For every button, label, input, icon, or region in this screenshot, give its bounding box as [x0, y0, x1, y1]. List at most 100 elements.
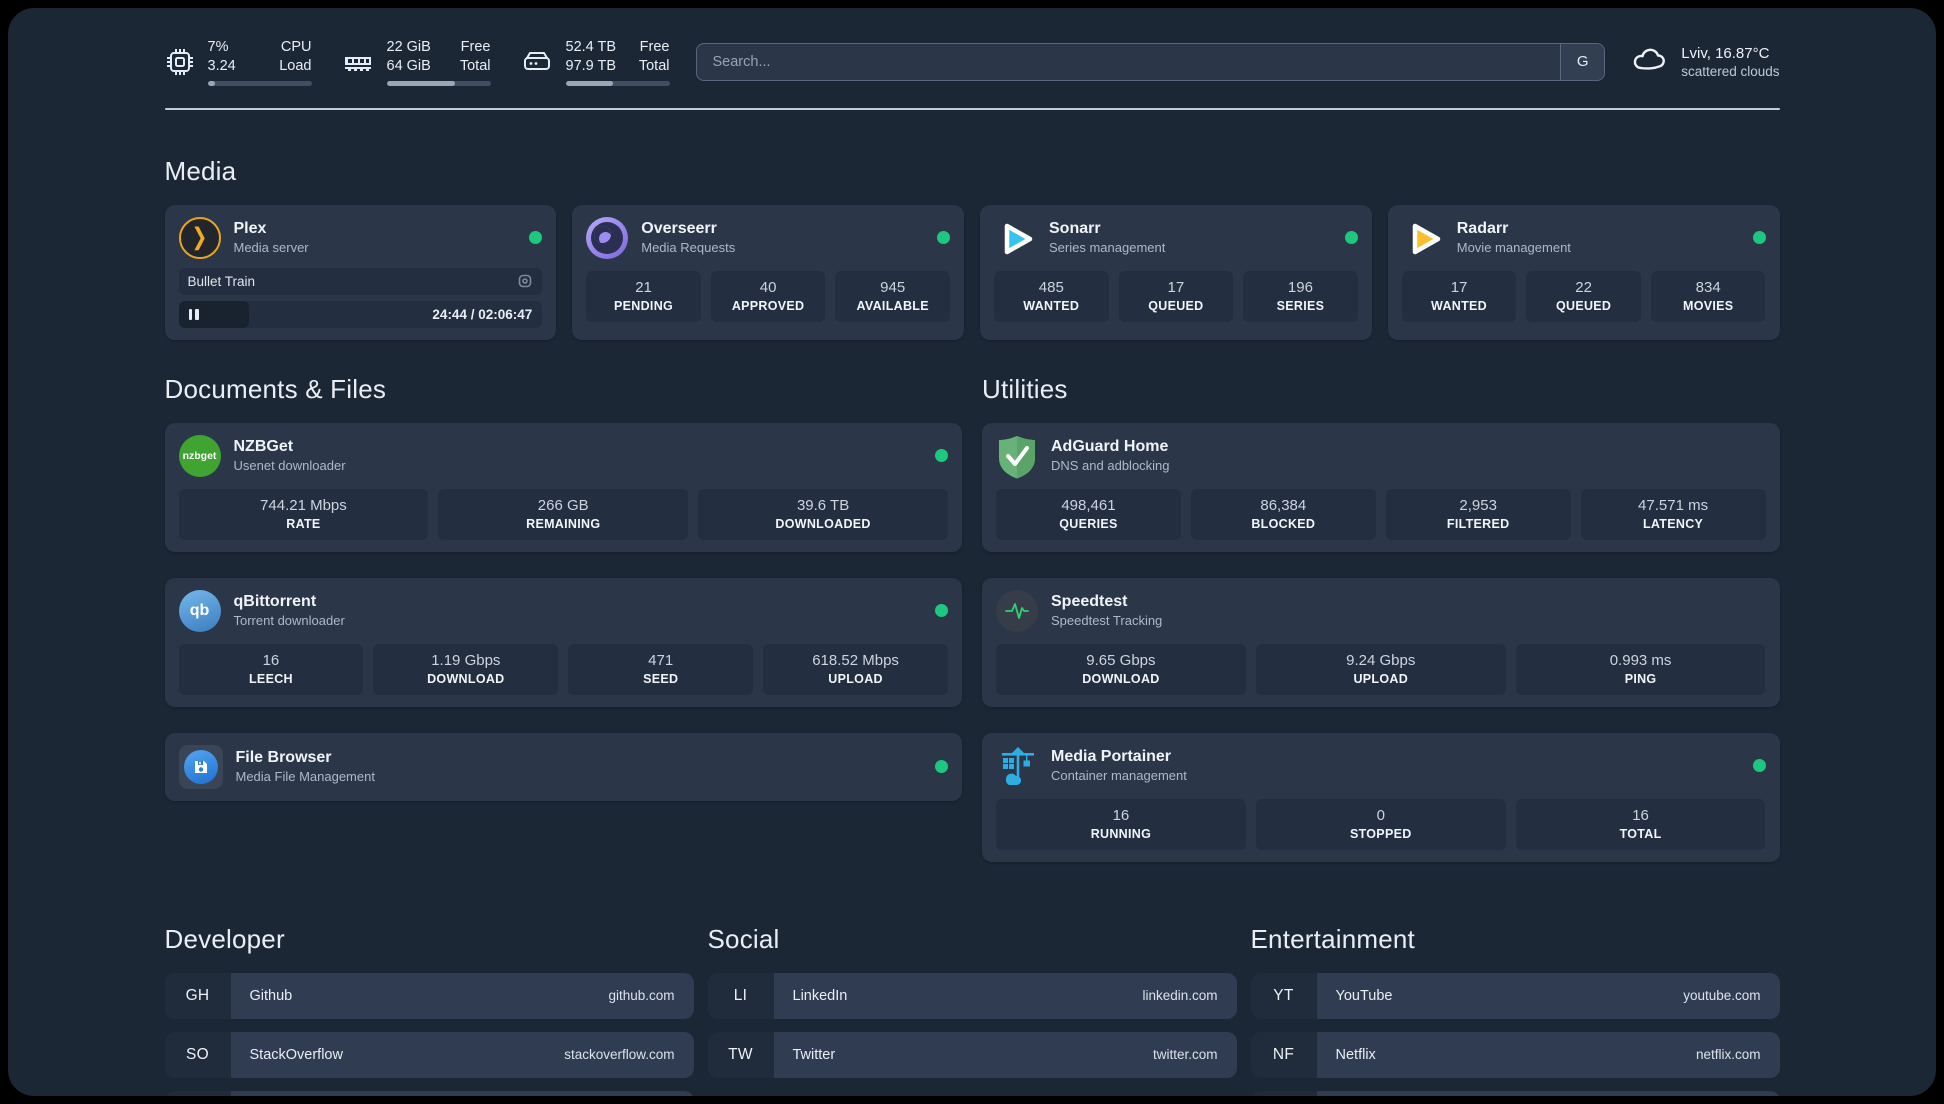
- stat-label: REMAINING: [526, 516, 601, 531]
- bookmark-name: YouTube: [1335, 987, 1393, 1004]
- disk-stat: 52.4 TB 97.9 TB Free Total: [521, 38, 670, 86]
- stat-value: 2,953: [1459, 496, 1497, 514]
- section-title-utilities: Utilities: [982, 373, 1068, 404]
- bookmark-youtube[interactable]: YT YouTube youtube.com: [1250, 972, 1780, 1019]
- bookmark-reddit[interactable]: RE Reddit reddit.com: [1250, 1090, 1780, 1096]
- stat-value: 86,384: [1260, 496, 1307, 514]
- cpu-load-value: 3.24: [207, 57, 236, 74]
- search-bar: G: [695, 42, 1606, 81]
- stat-value: 266 GB: [537, 496, 589, 514]
- app-card-qbittorrent[interactable]: qb qBittorrent Torrent downloader 16 LEE…: [164, 577, 962, 707]
- bookmark-url: netflix.com: [1695, 1047, 1761, 1063]
- stat-label: PING: [1624, 671, 1657, 686]
- status-dot: [935, 760, 948, 774]
- weather-widget[interactable]: Lviv, 16.87°C scattered clouds: [1631, 43, 1780, 80]
- stat-label: LATENCY: [1642, 516, 1704, 531]
- stat-label: QUERIES: [1059, 516, 1118, 531]
- stat-value: 22: [1575, 278, 1592, 296]
- nzbget-icon: nzbget: [178, 434, 221, 477]
- stat-label: WANTED: [1431, 298, 1488, 313]
- stat-tile: 9.24 Gbps UPLOAD: [1255, 643, 1506, 695]
- bookmark-abbr: NF: [1250, 1031, 1317, 1078]
- stat-label: PENDING: [614, 298, 674, 313]
- stat-value: 16: [262, 651, 280, 669]
- memory-total-value: 64 GiB: [386, 57, 431, 74]
- stat-value: 834: [1695, 278, 1721, 296]
- section-title-social: Social: [707, 923, 780, 954]
- cpu-progress-bar: [207, 80, 312, 86]
- stat-value: 9.65 Gbps: [1086, 651, 1156, 669]
- bookmark-abbr: LI: [707, 972, 774, 1019]
- cpu-usage-value: 7%: [207, 39, 229, 55]
- stat-value: 21: [635, 278, 652, 296]
- stat-label: RATE: [286, 516, 321, 531]
- speedtest-icon: [996, 589, 1038, 632]
- bookmark-abbr: RE: [1250, 1090, 1317, 1096]
- stat-label: FILTERED: [1446, 516, 1510, 531]
- adguard-icon: [996, 435, 1038, 479]
- bookmark-name: Netflix: [1335, 1046, 1376, 1063]
- app-name: Speedtest: [1051, 593, 1128, 611]
- plex-icon: ❯: [178, 216, 221, 259]
- playback-progress-bar[interactable]: 24:44 / 02:06:47: [178, 300, 543, 328]
- stat-tile: 618.52 Mbps UPLOAD: [763, 643, 948, 695]
- disk-free-label: Free: [639, 39, 670, 55]
- app-description: Torrent downloader: [233, 613, 345, 629]
- stat-value: 9.24 Gbps: [1346, 651, 1416, 669]
- bookmark-github[interactable]: GH Github github.com: [164, 972, 694, 1019]
- memory-total-label: Total: [459, 57, 491, 74]
- stat-value: 485: [1038, 278, 1064, 296]
- header-bar: 7% 3.24 CPU Load 22 GiB 64 GiB Free Tota…: [165, 38, 1780, 86]
- weather-condition: scattered clouds: [1681, 63, 1780, 79]
- app-name: Sonarr: [1049, 220, 1101, 238]
- disk-free-value: 52.4 TB: [565, 39, 617, 55]
- app-description: Speedtest Tracking: [1051, 613, 1163, 629]
- search-engine-button[interactable]: G: [1560, 43, 1605, 80]
- disk-icon: [521, 46, 553, 78]
- stat-value: 471: [648, 651, 674, 669]
- stat-tile: 471 SEED: [568, 643, 754, 695]
- stat-tile: 47.571 ms LATENCY: [1580, 488, 1766, 540]
- bookmark-twitter[interactable]: TW Twitter twitter.com: [707, 1031, 1237, 1078]
- app-description: Media server: [233, 240, 309, 256]
- stat-tile: 86,384 BLOCKED: [1190, 488, 1376, 540]
- bookmark-netflix[interactable]: NF Netflix netflix.com: [1250, 1031, 1780, 1078]
- bookmark-abbr: TW: [707, 1031, 774, 1078]
- bookmark-dev[interactable]: DT DEV dev.to: [164, 1090, 694, 1096]
- bookmark-abbr: DT: [164, 1090, 231, 1096]
- app-card-filebrowser[interactable]: File Browser Media File Management: [164, 732, 962, 801]
- stat-value: 47.571 ms: [1638, 496, 1709, 514]
- bookmark-stackoverflow[interactable]: SO StackOverflow stackoverflow.com: [164, 1031, 694, 1078]
- search-input[interactable]: [696, 43, 1561, 80]
- stat-value: 16: [1112, 806, 1130, 824]
- app-name: AdGuard Home: [1051, 438, 1169, 456]
- app-card-sonarr[interactable]: Sonarr Series management 485 WANTED 17 Q…: [980, 204, 1372, 340]
- bookmark-url: github.com: [608, 988, 675, 1004]
- stat-tile: 21 PENDING: [586, 270, 701, 322]
- stat-label: QUEUED: [1555, 298, 1612, 313]
- stat-value: 16: [1632, 806, 1649, 824]
- bookmark-linkedin[interactable]: LI LinkedIn linkedin.com: [707, 972, 1237, 1019]
- bookmark-abbr: SO: [164, 1031, 231, 1078]
- app-card-overseerr[interactable]: Overseerr Media Requests 21 PENDING 40 A…: [572, 204, 964, 340]
- stat-tile: 2,953 FILTERED: [1385, 488, 1571, 540]
- session-source-icon: [517, 273, 533, 289]
- app-card-radarr[interactable]: Radarr Movie management 17 WANTED 22 QUE…: [1387, 204, 1780, 340]
- stat-label: WANTED: [1023, 298, 1080, 313]
- stat-label: SERIES: [1276, 298, 1325, 313]
- app-card-nzbget[interactable]: nzbget NZBGet Usenet downloader 744.21 M…: [164, 422, 962, 552]
- stat-label: UPLOAD: [828, 671, 883, 686]
- bookmark-abbr: YT: [1250, 972, 1317, 1019]
- app-card-portainer[interactable]: Media Portainer Container management 16 …: [982, 732, 1780, 862]
- stat-value: 618.52 Mbps: [812, 651, 899, 669]
- stat-tile: 0 STOPPED: [1255, 798, 1506, 850]
- system-stats: 7% 3.24 CPU Load 22 GiB 64 GiB Free Tota…: [165, 38, 670, 86]
- app-card-plex[interactable]: ❯ Plex Media server Bullet Train 24:44 /…: [164, 204, 557, 340]
- app-description: Media File Management: [235, 769, 375, 785]
- stat-value: 498,461: [1061, 496, 1116, 514]
- app-card-speedtest[interactable]: Speedtest Speedtest Tracking 9.65 Gbps D…: [982, 577, 1780, 707]
- memory-stat: 22 GiB 64 GiB Free Total: [342, 38, 491, 86]
- app-card-adguard[interactable]: AdGuard Home DNS and adblocking 498,461 …: [982, 422, 1780, 552]
- stat-value: 17: [1450, 278, 1468, 296]
- sonarr-icon: [994, 217, 1036, 259]
